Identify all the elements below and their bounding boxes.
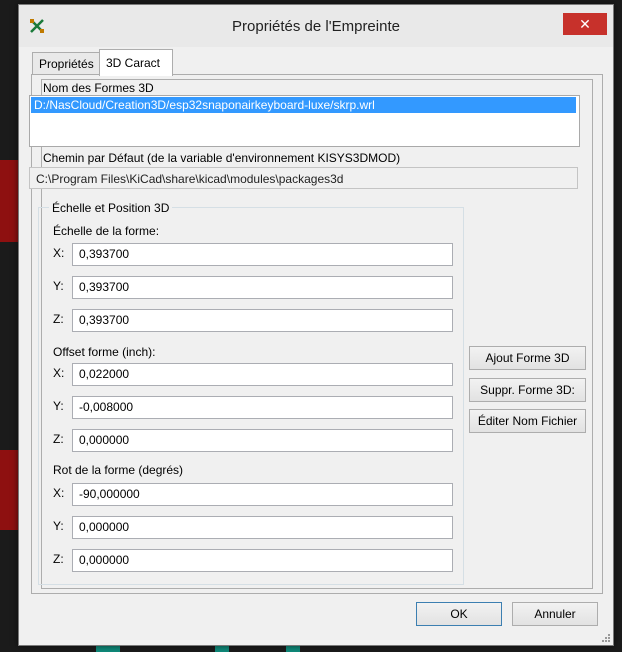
rotation-x-label: X: [53, 486, 65, 500]
scale-z-input[interactable]: 0,393700 [72, 309, 453, 332]
rotation-z-input[interactable]: 0,000000 [72, 549, 453, 572]
resize-grip-icon[interactable] [600, 632, 610, 642]
offset-z-label: Z: [53, 432, 64, 446]
window-title: Propriétés de l'Empreinte [232, 18, 400, 35]
title-bar[interactable]: Propriétés de l'Empreinte ✕ [19, 5, 613, 47]
rotation-x-input[interactable]: -90,000000 [72, 483, 453, 506]
close-button[interactable]: ✕ [563, 13, 607, 35]
offset-x-label: X: [53, 366, 65, 380]
rotation-y-label: Y: [53, 519, 64, 533]
group-title: Échelle et Position 3D [49, 201, 173, 215]
scale-y-input[interactable]: 0,393700 [72, 276, 453, 299]
shapes-list-label: Nom des Formes 3D [43, 81, 154, 95]
offset-x-input[interactable]: 0,022000 [72, 363, 453, 386]
remove-3d-shape-button[interactable]: Suppr. Forme 3D: [469, 378, 586, 402]
offset-z-input[interactable]: 0,000000 [72, 429, 453, 452]
canvas-background-shape [0, 160, 18, 242]
rotation-label: Rot de la forme (degrés) [53, 463, 184, 477]
default-path-label: Chemin par Défaut (de la variable d'envi… [43, 151, 401, 165]
add-3d-shape-button[interactable]: Ajout Forme 3D [469, 346, 586, 370]
ok-button[interactable]: OK [416, 602, 502, 626]
scale-label: Échelle de la forme: [53, 224, 160, 238]
offset-y-label: Y: [53, 399, 64, 413]
shapes-listbox[interactable]: D:/NasCloud/Creation3D/esp32snaponairkey… [29, 95, 580, 147]
offset-y-input[interactable]: -0,008000 [72, 396, 453, 419]
scale-y-label: Y: [53, 279, 64, 293]
scale-z-label: Z: [53, 312, 64, 326]
tab-3d-settings[interactable]: 3D Caract [99, 49, 173, 76]
tab-properties[interactable]: Propriétés [32, 52, 102, 76]
scale-x-input[interactable]: 0,393700 [72, 243, 453, 266]
edit-filename-button[interactable]: Éditer Nom Fichier [469, 409, 586, 433]
canvas-background-shape [0, 450, 18, 530]
offset-label: Offset forme (inch): [53, 345, 156, 359]
default-path-field: C:\Program Files\KiCad\share\kicad\modul… [29, 167, 578, 189]
scale-x-label: X: [53, 246, 65, 260]
rotation-z-label: Z: [53, 552, 64, 566]
cancel-button[interactable]: Annuler [512, 602, 598, 626]
list-item[interactable]: D:/NasCloud/Creation3D/esp32snaponairkey… [31, 97, 576, 113]
footprint-properties-dialog: Propriétés de l'Empreinte ✕ Propriétés 3… [18, 4, 614, 646]
rotation-y-input[interactable]: 0,000000 [72, 516, 453, 539]
